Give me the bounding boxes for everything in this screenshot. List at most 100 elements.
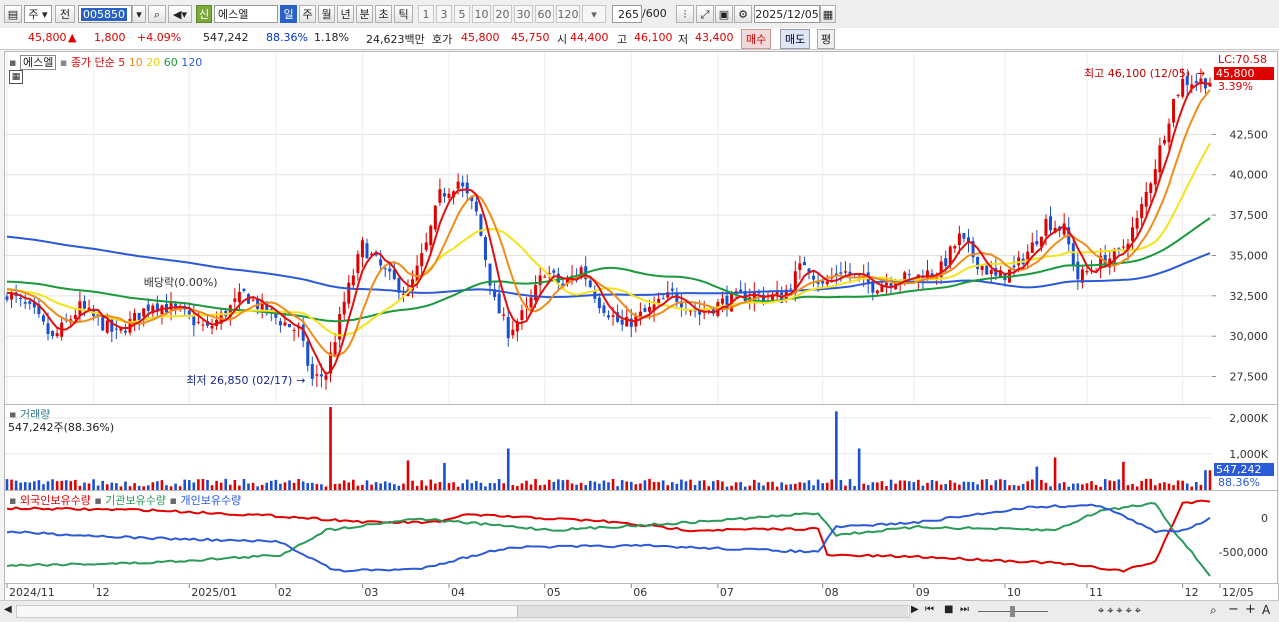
jeon-button[interactable]: 전: [55, 5, 75, 23]
hoga-label: 호가: [432, 33, 453, 46]
minute-20-button[interactable]: 20: [493, 5, 512, 23]
tab-period-year[interactable]: 년: [337, 5, 354, 23]
draw-tool-icon[interactable]: ⤢: [696, 5, 714, 23]
volume-bar: [698, 480, 701, 490]
price-change: 1,800: [94, 31, 126, 44]
volume-bar: [124, 481, 127, 490]
volume-bar: [292, 482, 296, 490]
horizontal-scrollbar[interactable]: [16, 605, 910, 618]
minute-10-button[interactable]: 10: [472, 5, 491, 23]
calendar-icon[interactable]: ▦: [820, 5, 836, 23]
zoom-search-icon[interactable]: ⌕: [1210, 603, 1217, 618]
volume-bar: [825, 482, 829, 490]
zoom-slider-handle[interactable]: [1010, 606, 1015, 617]
gear-icon[interactable]: ⚙: [734, 5, 752, 23]
zoom-out-icon[interactable]: −: [1228, 602, 1239, 617]
next-page-icon[interactable]: ⏭: [960, 604, 969, 615]
tab-period-month[interactable]: 월: [318, 5, 335, 23]
first-page-icon[interactable]: ⏮: [925, 604, 934, 615]
price-tick-label: 35,000: [1230, 249, 1269, 262]
search-icon[interactable]: ⌕: [148, 5, 166, 23]
stop-icon[interactable]: ■: [944, 604, 953, 615]
turnover-rate: 1.18%: [314, 31, 349, 44]
candle-body: [82, 301, 86, 309]
volume-bar: [561, 480, 565, 490]
candle-body: [101, 317, 105, 331]
volume-bar: [64, 480, 68, 490]
volume-bar: [611, 478, 615, 490]
volume-panel[interactable]: ▪ 거래량 547,242주(88.36%): [4, 404, 1213, 491]
buy-button[interactable]: 매수: [741, 29, 772, 49]
volume-bar: [803, 482, 806, 490]
scrollbar-thumb[interactable]: [517, 606, 908, 617]
volume-bar: [830, 479, 834, 490]
candle-body: [388, 268, 392, 272]
price-panel[interactable]: ▪ 에스엘 ▪ 종가 단순 5 10 20 60 120 ▦ 최고 46,100…: [4, 51, 1213, 405]
tool-icons[interactable]: ⌖⌖⌖⌖⌖: [1098, 604, 1144, 618]
volume-bar: [187, 480, 191, 490]
volume-bar: [607, 482, 610, 490]
tab-period-week[interactable]: 주: [299, 5, 316, 23]
save-icon[interactable]: ▣: [715, 5, 733, 23]
volume-bar: [429, 479, 433, 490]
minute-1-button[interactable]: 1: [418, 5, 434, 23]
candle-type-icon[interactable]: ⫶: [676, 5, 694, 23]
text-size-icon[interactable]: A: [1262, 603, 1270, 617]
zoom-in-icon[interactable]: +: [1245, 602, 1256, 617]
date-input[interactable]: 2025/12/05: [754, 5, 820, 23]
candle-body: [1076, 261, 1080, 280]
volume-bar: [288, 480, 291, 490]
tab-period-minute[interactable]: 분: [356, 5, 373, 23]
custom-period-dropdown[interactable]: ▾: [582, 5, 606, 23]
candle-body: [479, 214, 483, 236]
volume-bar: [757, 482, 761, 490]
bar-count-input[interactable]: 265: [612, 5, 642, 23]
candle-body: [980, 266, 984, 270]
sound-icon[interactable]: ◀▾: [168, 5, 192, 23]
candle-body: [306, 341, 310, 366]
bid-price: 45,750: [511, 31, 550, 44]
code-dropdown-icon[interactable]: ▾: [132, 5, 146, 23]
minute-30-button[interactable]: 30: [514, 5, 533, 23]
scroll-left-icon[interactable]: ◀: [4, 604, 12, 615]
volume-bar: [406, 460, 410, 490]
candle-body: [534, 284, 538, 301]
type-select[interactable]: 주 ▾: [24, 5, 52, 23]
minute-120-button[interactable]: 120: [556, 5, 580, 23]
holdings-tick-label: 0: [1261, 512, 1268, 525]
holdings-panel[interactable]: ▪ 외국인보유수량 ▪ 기관보유수량 ▪ 개인보유수량: [4, 490, 1213, 584]
tab-period-day[interactable]: 일: [280, 5, 297, 23]
candle-body: [1172, 99, 1176, 123]
eval-button[interactable]: 평: [817, 29, 836, 49]
lc-label: LC:70.58: [1218, 53, 1268, 66]
candle-body: [283, 322, 287, 326]
minute-60-button[interactable]: 60: [535, 5, 554, 23]
date-tick-label: 08: [825, 586, 839, 599]
sell-button[interactable]: 매도: [780, 29, 811, 49]
candle-body: [1071, 243, 1075, 266]
stock-code-input[interactable]: 005850: [78, 5, 132, 23]
candle-body: [41, 315, 45, 322]
volume-axis: 1,000K 2,000K 547,242 88.36%: [1212, 404, 1278, 491]
volume-bar: [702, 480, 706, 490]
minute-3-button[interactable]: 3: [436, 5, 452, 23]
tab-period-tick[interactable]: 틱: [394, 5, 413, 23]
volume-bar: [1090, 481, 1093, 490]
scroll-right-icon[interactable]: ▶: [911, 604, 919, 615]
candle-body: [5, 296, 9, 300]
volume-bar: [443, 462, 446, 490]
minute-5-button[interactable]: 5: [454, 5, 470, 23]
candle-body: [511, 329, 515, 336]
volume-bar: [347, 482, 351, 490]
candle-body: [310, 364, 314, 379]
stock-code-value: 005850: [81, 8, 127, 21]
candle-body: [174, 303, 178, 307]
candle-body: [825, 281, 829, 285]
price-tick-label: 42,500: [1230, 128, 1269, 141]
volume-bar: [602, 480, 606, 490]
tab-period-second[interactable]: 초: [375, 5, 392, 23]
bar-count-total: /600: [642, 7, 667, 20]
stock-name-field[interactable]: 에스엘: [214, 5, 278, 23]
chart-settings-icon[interactable]: ▤: [4, 5, 22, 23]
volume-bar: [297, 478, 300, 490]
